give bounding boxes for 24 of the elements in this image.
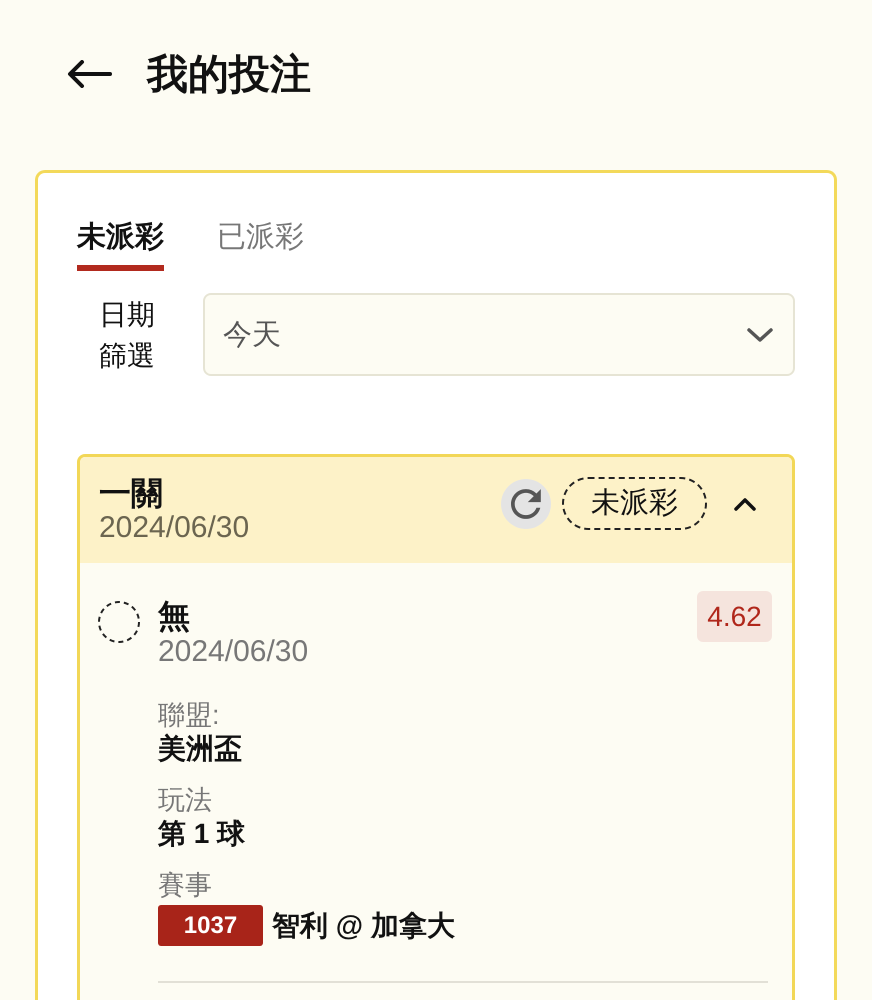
tab[interactable]: 未派彩 xyxy=(77,219,164,271)
field-label: 聯盟: xyxy=(158,699,220,732)
odds-badge: 4.62 xyxy=(697,591,772,642)
field-value: 第 1 球 xyxy=(158,817,246,851)
back-button[interactable] xyxy=(67,60,112,88)
caret-icon[interactable] xyxy=(734,496,756,510)
match-teams: 智利 @ 加拿大 xyxy=(272,908,455,942)
status-badge: 未派彩 xyxy=(562,477,707,530)
field-label: 玩法 xyxy=(158,784,212,817)
bet-date: 2024/06/30 xyxy=(99,511,250,545)
refresh-icon xyxy=(511,488,541,518)
page-title: 我的投注 xyxy=(147,50,311,99)
refresh-button[interactable] xyxy=(501,478,551,528)
back-arrow-icon xyxy=(67,60,112,88)
match-number-badge: 1037 xyxy=(158,905,263,946)
field-label: 賽事 xyxy=(158,869,212,902)
selection-date: 2024/06/30 xyxy=(158,634,308,670)
selection-name: 無 xyxy=(158,598,190,634)
filter-label: 日期篩選 xyxy=(98,298,156,372)
chevron-down-icon xyxy=(747,326,773,342)
date-select[interactable]: 今天 xyxy=(203,293,795,376)
field-value: 美洲盃 xyxy=(158,732,242,766)
bet-type-title: 一關 xyxy=(99,475,164,511)
tab[interactable]: 已派彩 xyxy=(217,219,304,271)
